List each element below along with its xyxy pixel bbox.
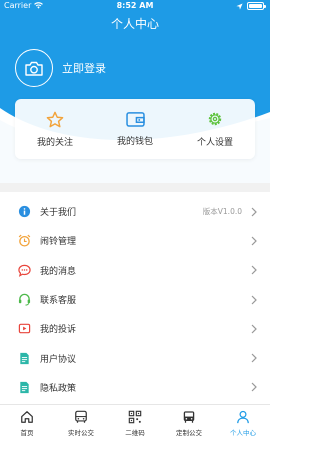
settings-gear-icon bbox=[208, 112, 222, 126]
wallet-icon bbox=[125, 112, 145, 127]
chevron-right-icon bbox=[251, 265, 257, 275]
status-time: 8:52 AM bbox=[116, 1, 154, 10]
section-divider bbox=[0, 183, 270, 192]
login-button[interactable]: 立即登录 bbox=[15, 49, 106, 87]
document-icon bbox=[18, 352, 31, 365]
star-icon bbox=[46, 111, 64, 127]
menu-item-alarm[interactable]: 闹铃管理 bbox=[0, 226, 270, 255]
quick-action-label: 我的关注 bbox=[36, 137, 73, 148]
user-icon bbox=[237, 410, 249, 424]
message-icon bbox=[18, 264, 31, 277]
menu-item-complaints[interactable]: 我的投诉 bbox=[0, 314, 270, 343]
tab-label: 实时公交 bbox=[68, 429, 94, 437]
tab-qrcode[interactable]: 二维码 bbox=[108, 405, 162, 453]
quick-action-label: 个人设置 bbox=[196, 138, 233, 148]
quick-action-label: 我的钱包 bbox=[116, 137, 153, 147]
complaint-icon bbox=[18, 322, 31, 335]
quick-actions-card: 我的关注 我的钱包 个人设置 bbox=[15, 99, 255, 159]
chevron-right-icon bbox=[251, 295, 257, 304]
menu-item-user-agreement[interactable]: 用户协议 bbox=[0, 343, 270, 372]
menu-item-label: 隐私政策 bbox=[40, 383, 77, 394]
version-label: 版本V1.0.0 bbox=[202, 207, 242, 217]
tab-custom-bus[interactable]: 定制公交 bbox=[162, 405, 216, 453]
tab-label: 定制公交 bbox=[176, 429, 202, 437]
menu-item-privacy-policy[interactable]: 隐私政策 bbox=[0, 373, 270, 402]
tab-home[interactable]: 首页 bbox=[0, 405, 54, 453]
quick-action-follow[interactable]: 我的关注 bbox=[15, 99, 95, 159]
headset-icon bbox=[18, 293, 31, 306]
bottom-tab-bar: 首页 实时公交 二维码 定制公交 个人中心 bbox=[0, 404, 270, 453]
battery-status bbox=[236, 2, 266, 10]
menu-item-about[interactable]: 关于我们 版本V1.0.0 bbox=[0, 197, 270, 226]
chevron-right-icon bbox=[251, 236, 257, 246]
quick-action-wallet[interactable]: 我的钱包 bbox=[95, 99, 175, 159]
chevron-right-icon bbox=[251, 207, 257, 217]
alarm-clock-icon bbox=[18, 234, 31, 247]
bus-front-icon bbox=[75, 410, 87, 423]
qrcode-icon bbox=[128, 410, 142, 424]
tab-label: 首页 bbox=[20, 429, 34, 437]
location-arrow-icon bbox=[236, 2, 243, 10]
tab-profile[interactable]: 个人中心 bbox=[216, 405, 270, 453]
page-title: 个人中心 bbox=[110, 17, 159, 31]
menu-item-label: 联系客服 bbox=[40, 296, 77, 307]
tab-label: 二维码 bbox=[125, 429, 145, 437]
menu-item-label: 我的投诉 bbox=[40, 325, 77, 336]
profile-header: Carrier 8:52 AM 个人中心 立即登录 我的关注 我的钱包 个人设置 bbox=[0, 0, 270, 185]
tab-realtime-bus[interactable]: 实时公交 bbox=[54, 405, 108, 453]
menu-item-label: 用户协议 bbox=[40, 354, 77, 365]
menu-item-messages[interactable]: 我的消息 bbox=[0, 256, 270, 285]
chevron-right-icon bbox=[251, 382, 257, 392]
menu-item-label: 我的消息 bbox=[40, 266, 77, 277]
home-icon bbox=[21, 411, 33, 423]
quick-action-settings[interactable]: 个人设置 bbox=[175, 99, 255, 159]
settings-menu: 关于我们 版本V1.0.0 闹铃管理 我的消息 联系客服 我的投诉 用户协议 隐… bbox=[0, 197, 270, 402]
menu-item-label: 关于我们 bbox=[40, 208, 77, 219]
menu-item-customer-service[interactable]: 联系客服 bbox=[0, 285, 270, 314]
status-bar: Carrier 8:52 AM bbox=[0, 0, 270, 13]
menu-item-label: 闹铃管理 bbox=[40, 237, 77, 248]
bus-icon bbox=[183, 411, 195, 423]
camera-icon[interactable] bbox=[15, 49, 53, 87]
info-icon bbox=[18, 205, 31, 218]
chevron-right-icon bbox=[251, 324, 257, 334]
document-icon bbox=[18, 381, 31, 394]
tab-label: 个人中心 bbox=[230, 429, 256, 437]
battery-icon bbox=[247, 2, 266, 10]
login-label: 立即登录 bbox=[62, 62, 106, 75]
chevron-right-icon bbox=[251, 353, 257, 363]
